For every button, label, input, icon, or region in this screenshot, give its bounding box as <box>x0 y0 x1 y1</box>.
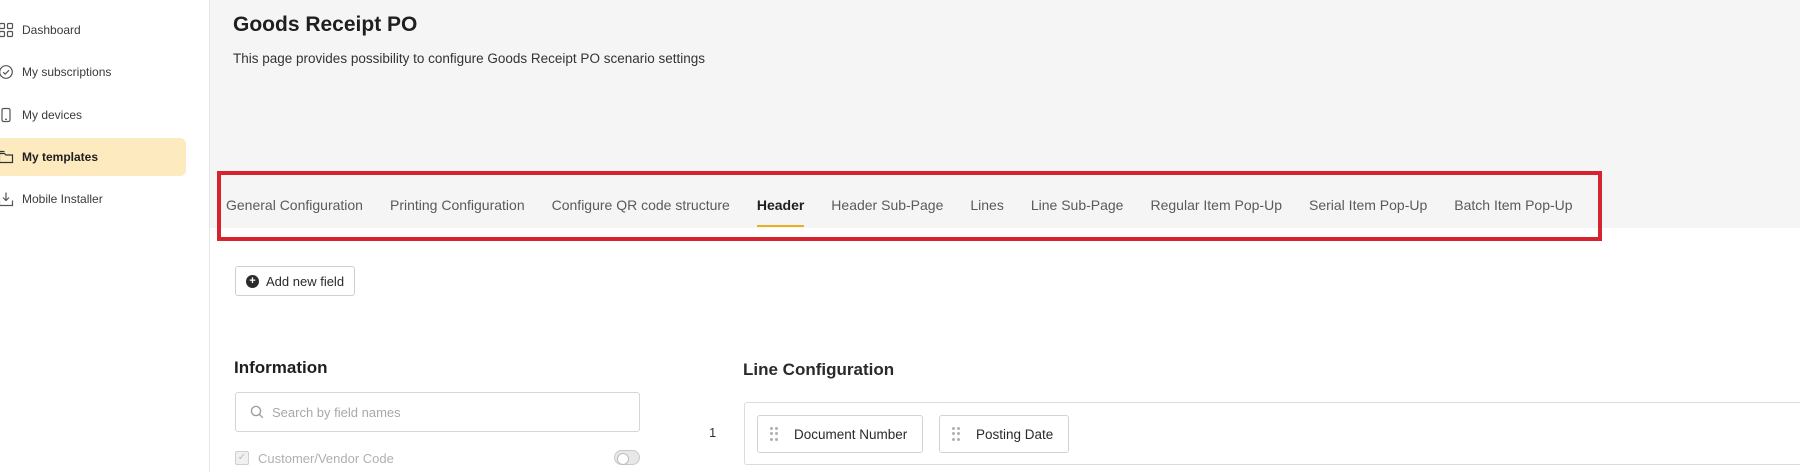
template-icon <box>0 149 14 165</box>
page-title: Goods Receipt PO <box>233 13 418 36</box>
drag-handle-icon[interactable] <box>770 427 778 441</box>
chip-label: Posting Date <box>976 426 1054 442</box>
page-description: This page provides possibility to config… <box>233 51 705 66</box>
tab-serial-item-pop-up[interactable]: Serial Item Pop-Up <box>1309 196 1427 228</box>
field-chip-document-number[interactable]: Document Number <box>757 415 924 453</box>
field-chip-posting-date[interactable]: Posting Date <box>939 415 1070 453</box>
sidebar-item-label: My subscriptions <box>22 65 112 79</box>
sidebar: Dashboard My subscriptions My devices My… <box>0 0 210 472</box>
field-checkbox[interactable]: ✓ <box>235 451 249 465</box>
field-toggle[interactable] <box>614 450 640 465</box>
tab-general-configuration[interactable]: General Configuration <box>226 196 363 228</box>
page-header: Goods Receipt PO This page provides poss… <box>210 0 1800 228</box>
sidebar-item-dashboard[interactable]: Dashboard <box>0 11 186 49</box>
tab-printing-configuration[interactable]: Printing Configuration <box>390 196 525 228</box>
phone-icon <box>0 107 14 123</box>
tab-header[interactable]: Header <box>756 196 805 228</box>
add-new-field-label: Add new field <box>266 273 345 289</box>
sidebar-item-mobile-installer[interactable]: Mobile Installer <box>0 180 186 218</box>
search-icon <box>250 405 264 419</box>
scenario-tabs: General Configuration Printing Configura… <box>226 196 1600 228</box>
field-search <box>235 392 640 432</box>
download-tray-icon <box>0 191 14 207</box>
sidebar-item-label: My devices <box>22 108 83 122</box>
sidebar-item-devices[interactable]: My devices <box>0 96 186 134</box>
tab-regular-item-pop-up[interactable]: Regular Item Pop-Up <box>1150 196 1282 228</box>
sidebar-item-label: Dashboard <box>22 23 81 37</box>
grid-icon <box>0 22 14 38</box>
drag-handle-icon[interactable] <box>952 427 960 441</box>
sidebar-item-templates[interactable]: My templates <box>0 138 186 176</box>
tab-lines[interactable]: Lines <box>970 196 1003 228</box>
tab-configure-qr-code-structure[interactable]: Configure QR code structure <box>552 196 730 228</box>
field-row: ✓ Customer/Vendor Code <box>235 449 640 467</box>
sidebar-item-label: My templates <box>22 150 99 164</box>
search-input[interactable] <box>272 404 632 420</box>
plus-circle-icon: + <box>246 274 259 288</box>
add-new-field-button[interactable]: + Add new field <box>235 266 356 296</box>
tab-batch-item-pop-up[interactable]: Batch Item Pop-Up <box>1454 196 1572 228</box>
check-circle-icon <box>0 64 14 80</box>
sidebar-item-subscriptions[interactable]: My subscriptions <box>0 53 186 91</box>
chip-label: Document Number <box>794 426 908 442</box>
line-config-row: Document Number Posting Date <box>744 402 1800 465</box>
row-number: 1 <box>709 425 717 440</box>
tab-header-sub-page[interactable]: Header Sub-Page <box>831 196 943 228</box>
information-title: Information <box>234 358 328 377</box>
line-configuration-title: Line Configuration <box>743 360 895 379</box>
field-label: Customer/Vendor Code <box>258 450 394 466</box>
sidebar-item-label: Mobile Installer <box>22 192 103 206</box>
tab-line-sub-page[interactable]: Line Sub-Page <box>1031 196 1124 228</box>
